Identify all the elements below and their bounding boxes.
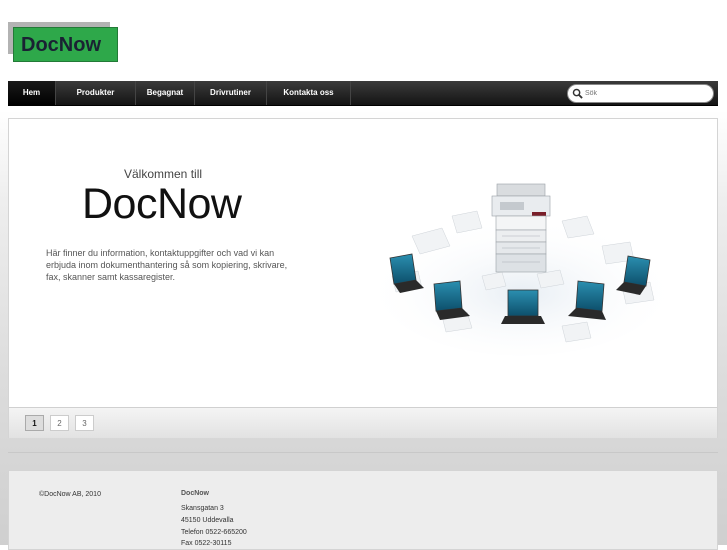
nav-item-kontakta-oss[interactable]: Kontakta oss (267, 81, 351, 105)
footer-company-title: DocNow (181, 490, 209, 497)
page-button-1[interactable]: 1 (25, 415, 44, 431)
footer-address-city: 45150 Uddevalla (181, 517, 234, 524)
search-box (567, 84, 714, 103)
nav-item-drivrutiner[interactable]: Drivrutiner (195, 81, 267, 105)
intro-text: Här finner du information, kontaktuppgif… (46, 248, 288, 282)
footer-fax: Fax 0522-30115 (181, 540, 232, 547)
footer-divider (8, 452, 718, 453)
nav-item-begagnat[interactable]: Begagnat (136, 81, 195, 105)
copyright-text: ©DocNow AB, 2010 (39, 491, 101, 498)
logo-text: DocNow (21, 34, 101, 56)
brand-heading: DocNow (82, 180, 242, 228)
nav-item-produkter[interactable]: Produkter (56, 81, 136, 105)
page-button-3[interactable]: 3 (75, 415, 94, 431)
search-icon[interactable] (572, 88, 583, 99)
footer-phone: Telefon 0522-665200 (181, 529, 247, 536)
footer (8, 470, 718, 550)
welcome-heading: Välkommen till (124, 167, 203, 181)
search-input[interactable] (585, 87, 705, 100)
page-button-2[interactable]: 2 (50, 415, 69, 431)
copier-image (491, 183, 551, 273)
slide-pager: 1 2 3 (9, 407, 717, 438)
network-illustration (377, 183, 667, 356)
site-logo[interactable]: DocNow (8, 22, 118, 62)
nav-item-hem[interactable]: Hem (8, 81, 56, 105)
footer-address-street: Skansgatan 3 (181, 505, 224, 512)
